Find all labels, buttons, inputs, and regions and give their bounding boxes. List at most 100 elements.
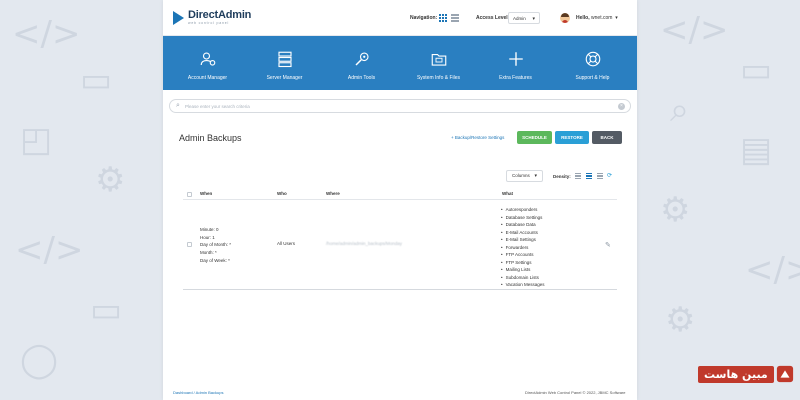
logo-name: DirectAdmin — [188, 9, 252, 21]
code-icon: </> — [660, 10, 729, 50]
list-item: FTP Accounts — [501, 251, 545, 259]
access-level-value: Admin — [513, 16, 526, 21]
account-manager-icon — [200, 52, 215, 66]
list-item: Database Data — [501, 221, 545, 229]
folder-icon — [431, 53, 446, 66]
logo-icon — [173, 10, 185, 25]
row-checkbox[interactable] — [187, 242, 192, 247]
list-item: E-Mail Settings — [501, 236, 545, 244]
page-title: Admin Backups — [179, 133, 242, 143]
top-bar: DirectAdmin web control panel Navigation… — [163, 0, 637, 36]
select-all-checkbox[interactable] — [187, 192, 192, 197]
nav-label: Extra Features — [499, 75, 532, 81]
grid-view-icon[interactable] — [439, 14, 447, 22]
refresh-icon[interactable]: ⟳ — [607, 172, 612, 179]
main-panel: DirectAdmin web control panel Navigation… — [163, 0, 637, 400]
list-view-icon[interactable] — [451, 14, 459, 22]
nav-account-manager[interactable]: Account Manager — [173, 36, 243, 90]
search-icon: ⌕ — [670, 90, 690, 130]
chevron-down-icon: ▾ — [534, 173, 537, 179]
table-header: When Who Where What — [183, 188, 617, 200]
edit-icon[interactable]: ✎ — [605, 241, 611, 249]
username: wnet.com — [591, 15, 613, 21]
document-icon: ▤ — [740, 130, 773, 170]
logo-tagline: web control panel — [188, 21, 230, 25]
gear-icon: ⚙ — [665, 300, 696, 340]
list-item: Subdomain Lists — [501, 274, 545, 282]
navigation-label: Navigation: — [410, 15, 438, 21]
code-icon: </> — [12, 14, 81, 54]
columns-dropdown[interactable]: Columns ▾ — [506, 170, 543, 182]
user-menu[interactable]: Hello, wnet.com ▾ — [576, 15, 618, 21]
when-month: Month: * — [200, 250, 217, 256]
search-icon: ⌕ — [176, 102, 180, 109]
column-header-what[interactable]: What — [502, 191, 513, 196]
list-item: Vacation Messages — [501, 281, 545, 289]
nav-label: Support & Help — [575, 75, 610, 81]
density-label: Density: — [553, 174, 571, 179]
nav-label: Server Manager — [266, 75, 303, 81]
density-normal-icon[interactable] — [586, 173, 592, 179]
when-minute: Minute: 0 — [200, 227, 219, 232]
when-cell: Minute: 0 Hour: 1 Day of Month: * Month:… — [200, 226, 231, 265]
back-button[interactable]: BACK — [592, 131, 622, 144]
nav-label: Admin Tools — [347, 75, 376, 81]
monitor-icon: ▭ — [740, 50, 773, 90]
backup-restore-settings-link[interactable]: + Backup/Restore Settings — [451, 135, 504, 140]
watermark-logo-icon — [776, 365, 793, 383]
nav-support-help[interactable]: Support & Help — [558, 36, 628, 90]
table-row[interactable]: Minute: 0 Hour: 1 Day of Month: * Month:… — [183, 200, 617, 290]
code-icon: </> — [15, 230, 84, 270]
nav-label: Account Manager — [187, 75, 228, 81]
who-cell: All Users — [277, 241, 296, 246]
gear-icon: ⚙ — [660, 190, 691, 230]
gear-icon: ⚙ — [95, 160, 126, 200]
when-hour: Hour: 1 — [200, 234, 215, 240]
plus-icon — [508, 52, 523, 66]
search-placeholder: Please enter your search criteria — [185, 104, 250, 109]
nav-extra-features[interactable]: Extra Features — [481, 36, 551, 90]
list-item: Database Settings — [501, 214, 545, 222]
nav-server-manager[interactable]: Server Manager — [250, 36, 320, 90]
column-header-where[interactable]: Where — [326, 191, 340, 196]
what-cell: Autoresponders Database Settings Databas… — [501, 206, 545, 289]
document-icon: ▭ — [80, 60, 113, 100]
main-nav-bar: Account Manager Server Manager Admin Too… — [163, 36, 637, 90]
avatar[interactable] — [560, 13, 570, 23]
when-day-of-week: Day of Week: * — [200, 257, 230, 263]
density-compact-icon[interactable] — [575, 173, 581, 179]
restore-button[interactable]: RESTORE — [555, 131, 589, 144]
copyright: DirectAdmin Web Control Panel © 2022, JB… — [525, 390, 626, 395]
list-item: Mailing Lists — [501, 266, 545, 274]
access-level-select[interactable]: Admin ▾ — [508, 12, 540, 24]
lifebuoy-icon — [585, 51, 600, 67]
columns-label: Columns — [512, 173, 530, 178]
admin-tools-icon — [354, 52, 369, 66]
hello-label: Hello, — [576, 15, 590, 21]
circle-icon: ◯ — [20, 340, 59, 380]
density-wide-icon[interactable] — [597, 173, 603, 179]
server-manager-icon — [277, 51, 292, 68]
watermark-text: مبین هاست — [698, 365, 774, 383]
code-icon: </> — [745, 250, 800, 290]
column-header-when[interactable]: When — [200, 191, 212, 196]
nav-system-info[interactable]: System Info & Files — [404, 36, 474, 90]
list-item: E-Mail Accounts — [501, 229, 545, 237]
breadcrumb[interactable]: Dashboard / Admin Backups — [173, 390, 223, 395]
logo[interactable]: DirectAdmin web control panel — [173, 10, 251, 26]
list-item: FTP Settings — [501, 259, 545, 267]
chart-icon: ◰ — [20, 120, 53, 160]
chevron-down-icon: ▾ — [532, 16, 535, 22]
monitor-icon: ▭ — [90, 290, 123, 330]
list-item: Forwarders — [501, 244, 545, 252]
watermark: مبین هاست — [698, 364, 800, 384]
when-day-of-month: Day of Month: * — [200, 242, 232, 248]
column-header-who[interactable]: Who — [277, 191, 287, 196]
schedule-button[interactable]: SCHEDULE — [517, 131, 552, 144]
search-input[interactable]: ⌕ Please enter your search criteria × — [169, 99, 631, 113]
list-item: Autoresponders — [501, 206, 545, 214]
chevron-down-icon: ▾ — [613, 15, 618, 21]
nav-admin-tools[interactable]: Admin Tools — [327, 36, 397, 90]
access-level-label: Access Level — [476, 15, 508, 21]
clear-icon[interactable]: × — [618, 103, 625, 110]
